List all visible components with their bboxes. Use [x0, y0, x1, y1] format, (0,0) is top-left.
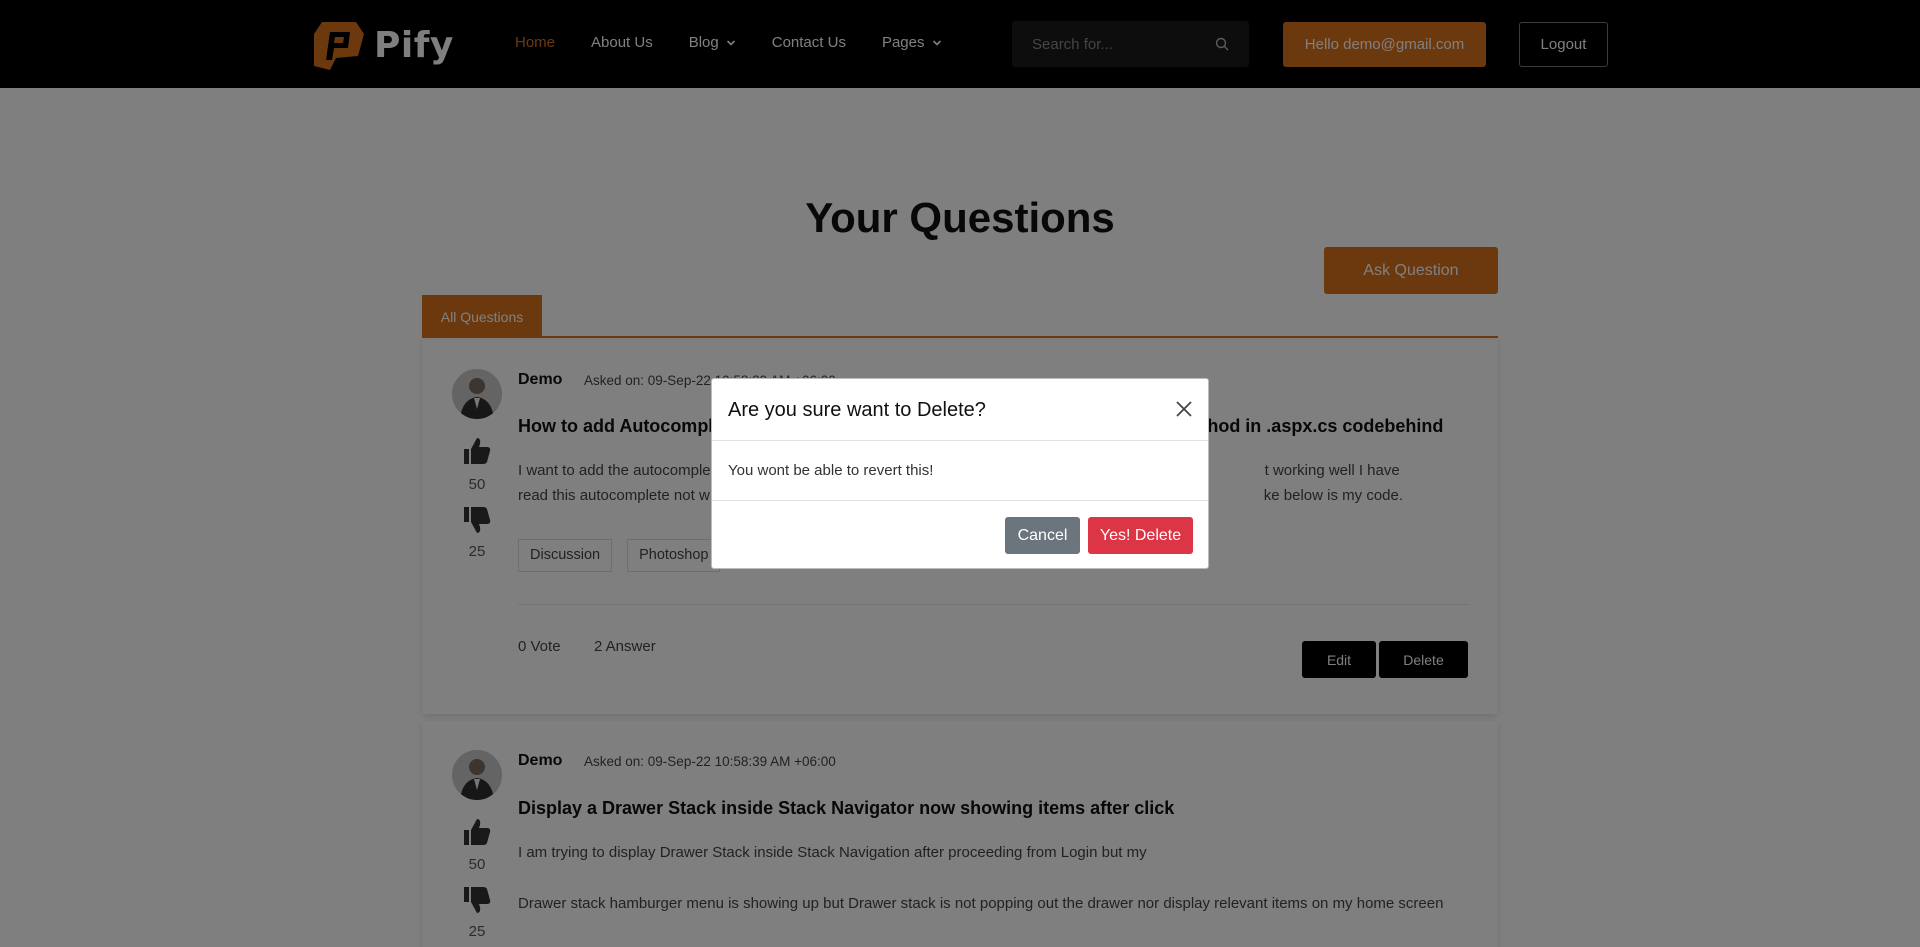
delete-confirm-modal: Are you sure want to Delete? You wont be…: [711, 378, 1209, 569]
modal-title: Are you sure want to Delete?: [728, 399, 986, 421]
modal-header: Are you sure want to Delete?: [712, 379, 1208, 441]
cancel-button[interactable]: Cancel: [1005, 517, 1080, 554]
modal-body: You wont be able to revert this!: [712, 441, 1208, 501]
confirm-delete-button[interactable]: Yes! Delete: [1088, 517, 1193, 554]
modal-message: You wont be able to revert this!: [728, 462, 934, 479]
close-icon[interactable]: [1174, 399, 1194, 419]
modal-footer: Cancel Yes! Delete: [712, 501, 1208, 568]
